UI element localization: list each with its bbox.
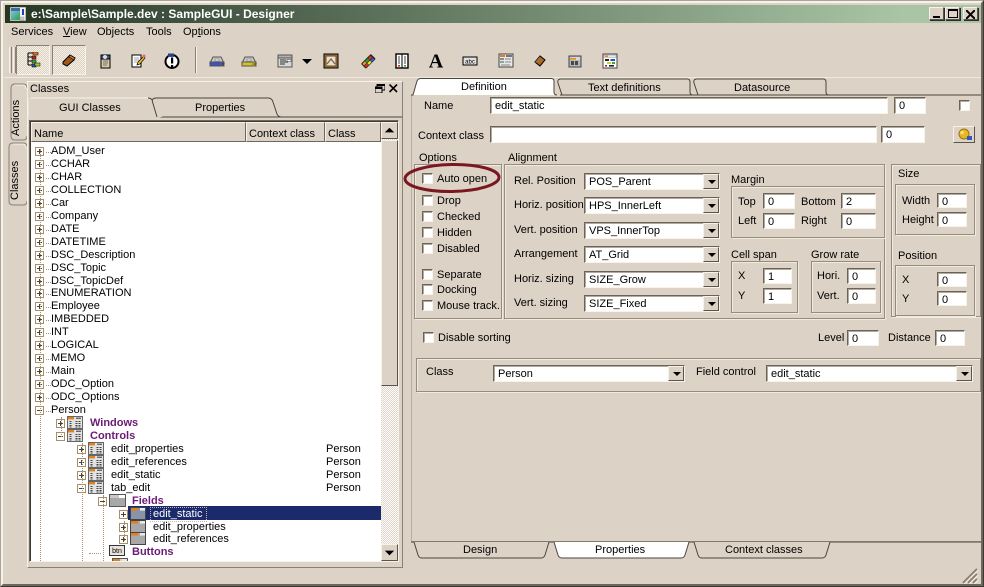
- svg-text:A: A: [429, 53, 444, 69]
- svg-text:abc: abc: [465, 60, 475, 66]
- svg-text:btn: btn: [112, 548, 122, 555]
